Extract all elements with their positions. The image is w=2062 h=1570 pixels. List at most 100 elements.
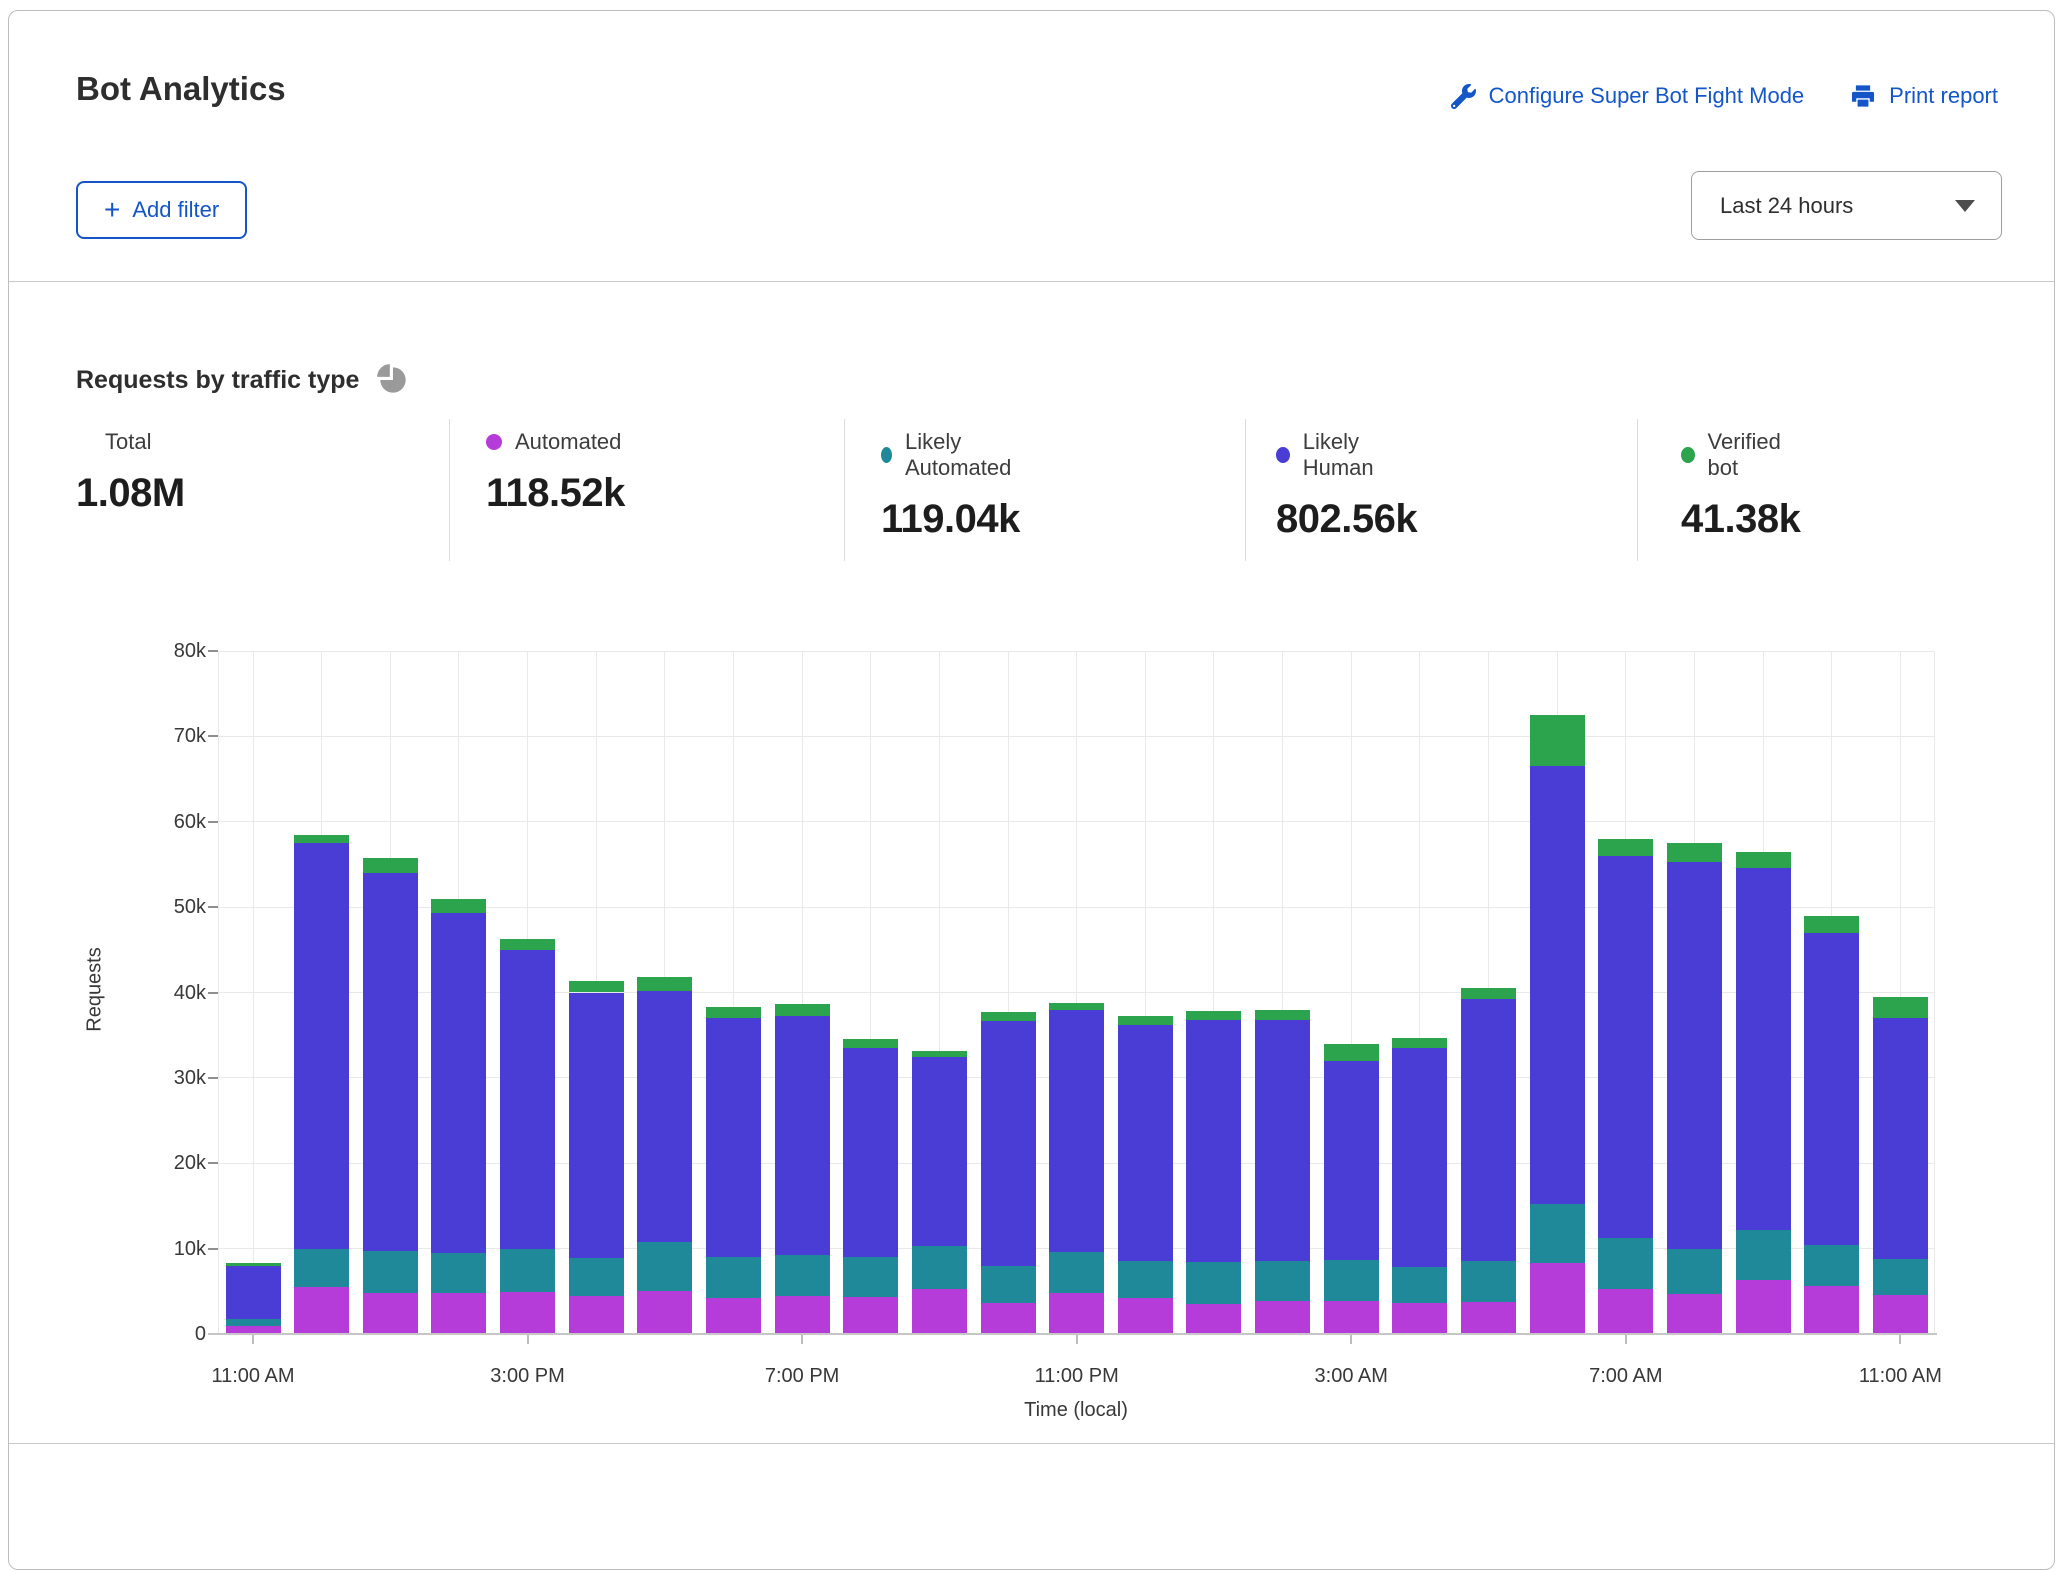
bar-segment-automated xyxy=(1598,1289,1653,1334)
bar-segment-automated xyxy=(1667,1294,1722,1334)
bar-segment-verified-bot xyxy=(1392,1038,1447,1048)
bar-segment-verified-bot xyxy=(431,899,486,914)
bar-segment-likely-automated xyxy=(1804,1245,1859,1286)
x-tick-label: 3:00 PM xyxy=(443,1362,613,1390)
x-tick-label: 7:00 PM xyxy=(717,1362,887,1390)
y-tick-label: 70k xyxy=(116,722,206,750)
bar-segment-likely-human xyxy=(1667,862,1722,1250)
bar-segment-automated xyxy=(706,1298,761,1334)
y-tick-mark xyxy=(208,906,218,908)
x-tick-mark xyxy=(1625,1335,1627,1344)
bar-segment-automated xyxy=(1873,1295,1928,1334)
v-gridline-edge xyxy=(1934,651,1935,1334)
bar-segment-verified-bot xyxy=(294,835,349,844)
bar-segment-likely-human xyxy=(569,993,624,1259)
bar-segment-likely-human xyxy=(843,1048,898,1257)
bar-segment-likely-human xyxy=(1049,1010,1104,1252)
y-tick-mark xyxy=(208,1248,218,1250)
bar-segment-automated xyxy=(1255,1301,1310,1334)
bar-segment-likely-human xyxy=(500,950,555,1249)
y-tick-label: 20k xyxy=(116,1149,206,1177)
bar-segment-verified-bot xyxy=(1736,852,1791,868)
bar-segment-likely-human xyxy=(1392,1048,1447,1267)
bar-segment-automated xyxy=(1324,1301,1379,1334)
bar-segment-verified-bot xyxy=(843,1039,898,1048)
bar-segment-likely-automated xyxy=(1873,1259,1928,1295)
v-gridline xyxy=(253,651,254,1334)
bar-segment-likely-automated xyxy=(637,1242,692,1292)
bar-segment-verified-bot xyxy=(1598,839,1653,856)
bar-segment-likely-automated xyxy=(294,1249,349,1287)
bar-segment-likely-human xyxy=(981,1021,1036,1266)
bar-segment-automated xyxy=(1392,1303,1447,1334)
bar-segment-verified-bot xyxy=(1049,1003,1104,1010)
bar-segment-automated xyxy=(1049,1293,1104,1334)
bar-segment-automated xyxy=(1804,1286,1859,1334)
x-tick-mark xyxy=(1899,1335,1901,1344)
x-axis-title: Time (local) xyxy=(926,1399,1226,1422)
bar-segment-likely-automated xyxy=(1049,1252,1104,1293)
x-tick-mark xyxy=(1350,1335,1352,1344)
bar-segment-likely-automated xyxy=(775,1255,830,1296)
x-tick-mark xyxy=(252,1335,254,1344)
bar-segment-verified-bot xyxy=(226,1263,281,1266)
x-tick-label: 7:00 AM xyxy=(1541,1362,1711,1390)
bar-segment-verified-bot xyxy=(1530,715,1585,766)
bar-segment-verified-bot xyxy=(1804,916,1859,933)
y-axis-title: Requests xyxy=(84,890,107,1090)
bar-segment-automated xyxy=(363,1293,418,1334)
bar-segment-automated xyxy=(912,1289,967,1334)
v-gridline-edge xyxy=(218,651,219,1334)
x-tick-label: 11:00 AM xyxy=(1815,1362,1985,1390)
bar-segment-likely-human xyxy=(637,991,692,1242)
bar-segment-likely-human xyxy=(1324,1061,1379,1260)
bar-segment-verified-bot xyxy=(912,1051,967,1057)
bar-segment-automated xyxy=(1186,1304,1241,1334)
y-tick-label: 10k xyxy=(116,1235,206,1263)
bar-segment-likely-human xyxy=(1873,1018,1928,1259)
bot-analytics-card: Bot Analytics Configure Super Bot Fight … xyxy=(8,10,2055,1570)
y-tick-mark xyxy=(208,650,218,652)
y-tick-label: 50k xyxy=(116,893,206,921)
bar-segment-likely-human xyxy=(1804,933,1859,1245)
y-tick-label: 30k xyxy=(116,1064,206,1092)
bar-segment-verified-bot xyxy=(637,977,692,991)
bar-segment-automated xyxy=(1530,1263,1585,1334)
bar-segment-likely-human xyxy=(1598,856,1653,1238)
bar-segment-automated xyxy=(569,1296,624,1334)
x-tick-label: 11:00 AM xyxy=(168,1362,338,1390)
x-tick-mark xyxy=(1076,1335,1078,1344)
bar-segment-likely-human xyxy=(294,843,349,1249)
bar-segment-automated xyxy=(431,1293,486,1334)
x-tick-mark xyxy=(527,1335,529,1344)
bar-segment-likely-human xyxy=(1186,1020,1241,1262)
bar-segment-verified-bot xyxy=(363,858,418,873)
y-tick-label: 60k xyxy=(116,808,206,836)
bar-segment-verified-bot xyxy=(569,981,624,992)
bar-segment-verified-bot xyxy=(706,1007,761,1018)
bar-segment-likely-human xyxy=(912,1057,967,1247)
bar-segment-verified-bot xyxy=(775,1004,830,1016)
bar-segment-likely-automated xyxy=(843,1257,898,1297)
bar-segment-automated xyxy=(1118,1298,1173,1334)
bar-segment-verified-bot xyxy=(1667,843,1722,862)
bar-segment-likely-human xyxy=(431,913,486,1253)
bar-segment-verified-bot xyxy=(1255,1010,1310,1019)
y-tick-label: 80k xyxy=(116,637,206,665)
bar-segment-likely-automated xyxy=(1530,1204,1585,1263)
bar-segment-likely-automated xyxy=(912,1246,967,1289)
y-tick-label: 40k xyxy=(116,979,206,1007)
bar-segment-verified-bot xyxy=(1461,988,1516,999)
bar-segment-likely-human xyxy=(706,1018,761,1257)
bar-segment-automated xyxy=(500,1292,555,1334)
bar-segment-likely-human xyxy=(1530,766,1585,1204)
bar-segment-likely-automated xyxy=(1598,1238,1653,1288)
bar-segment-likely-automated xyxy=(1392,1267,1447,1303)
bar-segment-likely-automated xyxy=(363,1251,418,1293)
bar-segment-likely-human xyxy=(1461,999,1516,1261)
x-tick-mark xyxy=(801,1335,803,1344)
y-tick-mark xyxy=(208,735,218,737)
bar-segment-likely-automated xyxy=(500,1249,555,1293)
x-tick-label: 3:00 AM xyxy=(1266,1362,1436,1390)
y-tick-label: 0 xyxy=(116,1320,206,1348)
